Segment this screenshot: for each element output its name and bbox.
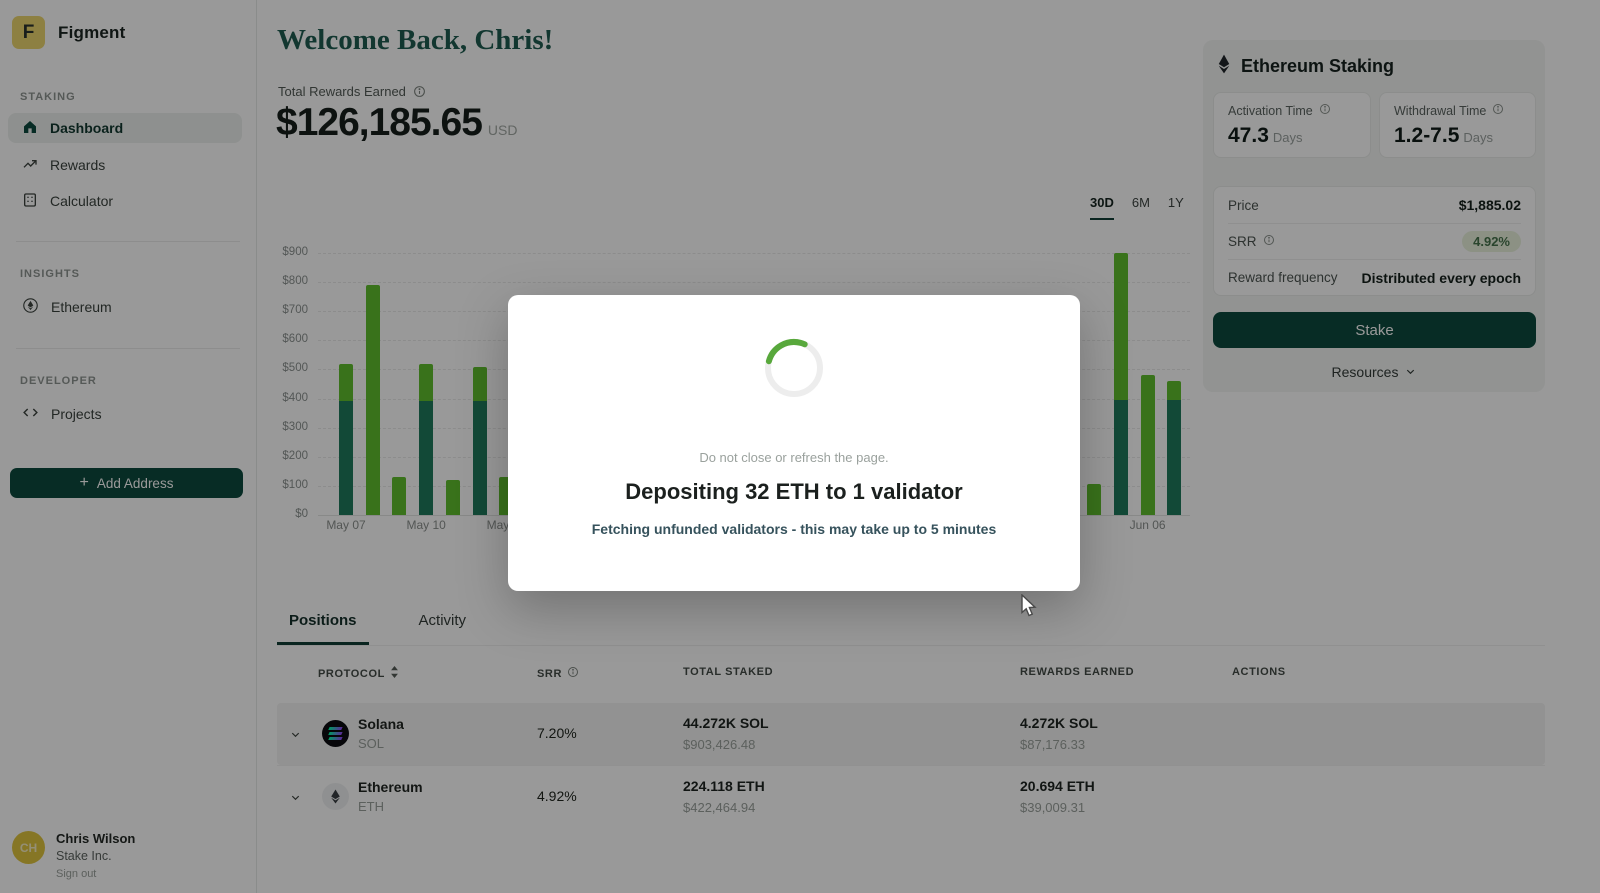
modal-subtitle: Fetching unfunded validators - this may …: [591, 521, 997, 537]
app-window: F Figment STAKING Dashboard Rewards Calc…: [0, 0, 1600, 893]
modal-warning-text: Do not close or refresh the page.: [699, 450, 889, 465]
modal-title: Depositing 32 ETH to 1 validator: [625, 479, 963, 504]
mouse-cursor: [1019, 593, 1039, 623]
loading-spinner-icon: [508, 337, 1080, 404]
deposit-progress-modal: Do not close or refresh the page. Deposi…: [508, 295, 1080, 591]
